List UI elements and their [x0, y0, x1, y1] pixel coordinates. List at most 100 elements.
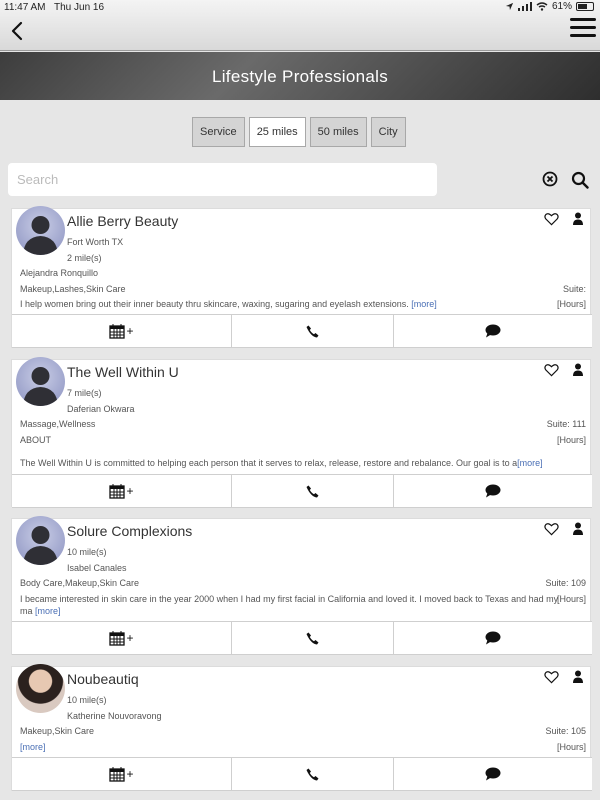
filter-city[interactable]: City — [370, 117, 406, 147]
call-button[interactable] — [232, 622, 394, 654]
filter-service[interactable]: Service — [192, 117, 245, 147]
listing-suite: Suite: 105 — [545, 726, 586, 736]
more-link[interactable]: [more] — [20, 742, 46, 752]
listing-actions: + — [12, 314, 592, 348]
more-link[interactable]: [more] — [411, 299, 437, 309]
search-icon[interactable] — [571, 171, 589, 189]
heart-icon[interactable] — [544, 363, 559, 377]
more-link[interactable]: [more] — [35, 606, 61, 616]
listing-card[interactable]: Allie Berry Beauty Fort Worth TX 2 mile(… — [11, 206, 592, 348]
hours-link[interactable]: [Hours] — [557, 742, 586, 752]
avatar — [16, 664, 65, 713]
wifi-icon — [536, 2, 548, 11]
listing-description: I became interested in skin care in the … — [20, 594, 559, 604]
top-bar: 11:47 AM Thu Jun 16 61% — [0, 0, 600, 51]
status-date: Thu Jun 16 — [54, 2, 105, 13]
status-indicators: 61% — [505, 1, 594, 12]
avatar — [16, 357, 65, 406]
person-icon[interactable] — [572, 363, 584, 376]
battery-percent: 61% — [551, 1, 572, 12]
listing-name[interactable]: Noubeautiq — [67, 671, 139, 687]
listing-description-cont: ma [more] — [20, 606, 61, 616]
calendar-add-icon — [109, 630, 126, 646]
listing-actions: + — [12, 474, 592, 508]
calendar-add-icon — [109, 766, 126, 782]
calendar-add-icon — [109, 323, 126, 339]
listing-contact: Katherine Nouvoravong — [67, 711, 162, 721]
listing-services: Makeup,Skin Care — [20, 726, 95, 736]
hours-link[interactable]: [Hours] — [557, 594, 586, 604]
call-button[interactable] — [232, 315, 394, 347]
heart-icon[interactable] — [544, 212, 559, 226]
listing-services: Makeup,Lashes,Skin Care — [20, 284, 126, 294]
listing-name[interactable]: Allie Berry Beauty — [67, 213, 178, 229]
chat-bubble-icon — [485, 631, 501, 645]
listing-suite: Suite: — [562, 284, 586, 294]
call-button[interactable] — [232, 475, 394, 507]
battery-icon — [576, 2, 594, 11]
message-button[interactable] — [394, 758, 592, 790]
filter-50-miles[interactable]: 50 miles — [309, 117, 367, 147]
book-appointment-button[interactable]: + — [12, 475, 232, 507]
hamburger-menu-icon[interactable] — [570, 18, 596, 40]
avatar — [16, 516, 65, 565]
search-input[interactable] — [8, 163, 437, 196]
filter-25-miles[interactable]: 25 miles — [248, 117, 306, 147]
heart-icon[interactable] — [544, 522, 559, 536]
chat-bubble-icon — [485, 767, 501, 781]
listing-name[interactable]: The Well Within U — [67, 364, 179, 380]
status-time: 11:47 AM — [4, 2, 46, 13]
signal-icon — [517, 2, 532, 11]
listing-name[interactable]: Solure Complexions — [67, 523, 192, 539]
listing-contact: Daferian Okwara — [67, 404, 135, 414]
chat-bubble-icon — [485, 324, 501, 338]
listing-contact: Alejandra Ronquillo — [20, 268, 99, 278]
book-appointment-button[interactable]: + — [12, 758, 232, 790]
listing-distance: 2 mile(s) — [67, 253, 102, 263]
listing-distance: 7 mile(s) — [67, 388, 102, 398]
back-chevron-icon[interactable] — [6, 18, 30, 44]
person-icon[interactable] — [572, 670, 584, 683]
phone-icon — [306, 325, 319, 337]
listing-services: Body Care,Makeup,Skin Care — [20, 578, 140, 588]
listing-description: I help women bring out their inner beaut… — [20, 299, 437, 309]
phone-icon — [306, 632, 319, 644]
message-button[interactable] — [394, 475, 592, 507]
person-icon[interactable] — [572, 212, 584, 225]
listing-card[interactable]: Noubeautiq 10 mile(s) Katherine Nouvorav… — [11, 664, 592, 791]
message-button[interactable] — [394, 622, 592, 654]
chat-bubble-icon — [485, 484, 501, 498]
hours-link[interactable]: [Hours] — [557, 435, 586, 445]
listing-card[interactable]: The Well Within U 7 mile(s) Daferian Okw… — [11, 357, 592, 508]
distance-filter: Service 25 miles 50 miles City — [192, 117, 406, 147]
book-appointment-button[interactable]: + — [12, 622, 232, 654]
listing-about: ABOUT — [20, 435, 52, 445]
book-appointment-button[interactable]: + — [12, 315, 232, 347]
call-button[interactable] — [232, 758, 394, 790]
more-link[interactable]: [more] — [517, 458, 543, 468]
listing-suite: Suite: 109 — [545, 578, 586, 588]
phone-icon — [306, 485, 319, 497]
listing-services: Massage,Wellness — [20, 419, 96, 429]
avatar — [16, 206, 65, 255]
phone-icon — [306, 768, 319, 780]
listing-card[interactable]: Solure Complexions 10 mile(s) Isabel Can… — [11, 516, 592, 655]
listing-contact: Isabel Canales — [67, 563, 127, 573]
calendar-add-icon — [109, 483, 126, 499]
listing-actions: + — [12, 621, 592, 655]
clear-icon[interactable] — [542, 171, 558, 187]
location-icon — [505, 2, 514, 11]
person-icon[interactable] — [572, 522, 584, 535]
page-title: Lifestyle Professionals — [211, 67, 389, 86]
listing-suite: Suite: 111 — [546, 419, 586, 429]
hours-link[interactable]: [Hours] — [557, 299, 586, 309]
listing-distance: 10 mile(s) — [67, 695, 107, 705]
listing-location: Fort Worth TX — [67, 237, 124, 247]
listing-distance: 10 mile(s) — [67, 547, 107, 557]
status-bar: 11:47 AM Thu Jun 16 61% — [0, 0, 600, 16]
listing-description: The Well Within U is committed to helpin… — [20, 458, 543, 468]
page-header: Lifestyle Professionals — [0, 52, 600, 100]
message-button[interactable] — [394, 315, 592, 347]
listing-actions: + — [12, 757, 592, 791]
heart-icon[interactable] — [544, 670, 559, 684]
